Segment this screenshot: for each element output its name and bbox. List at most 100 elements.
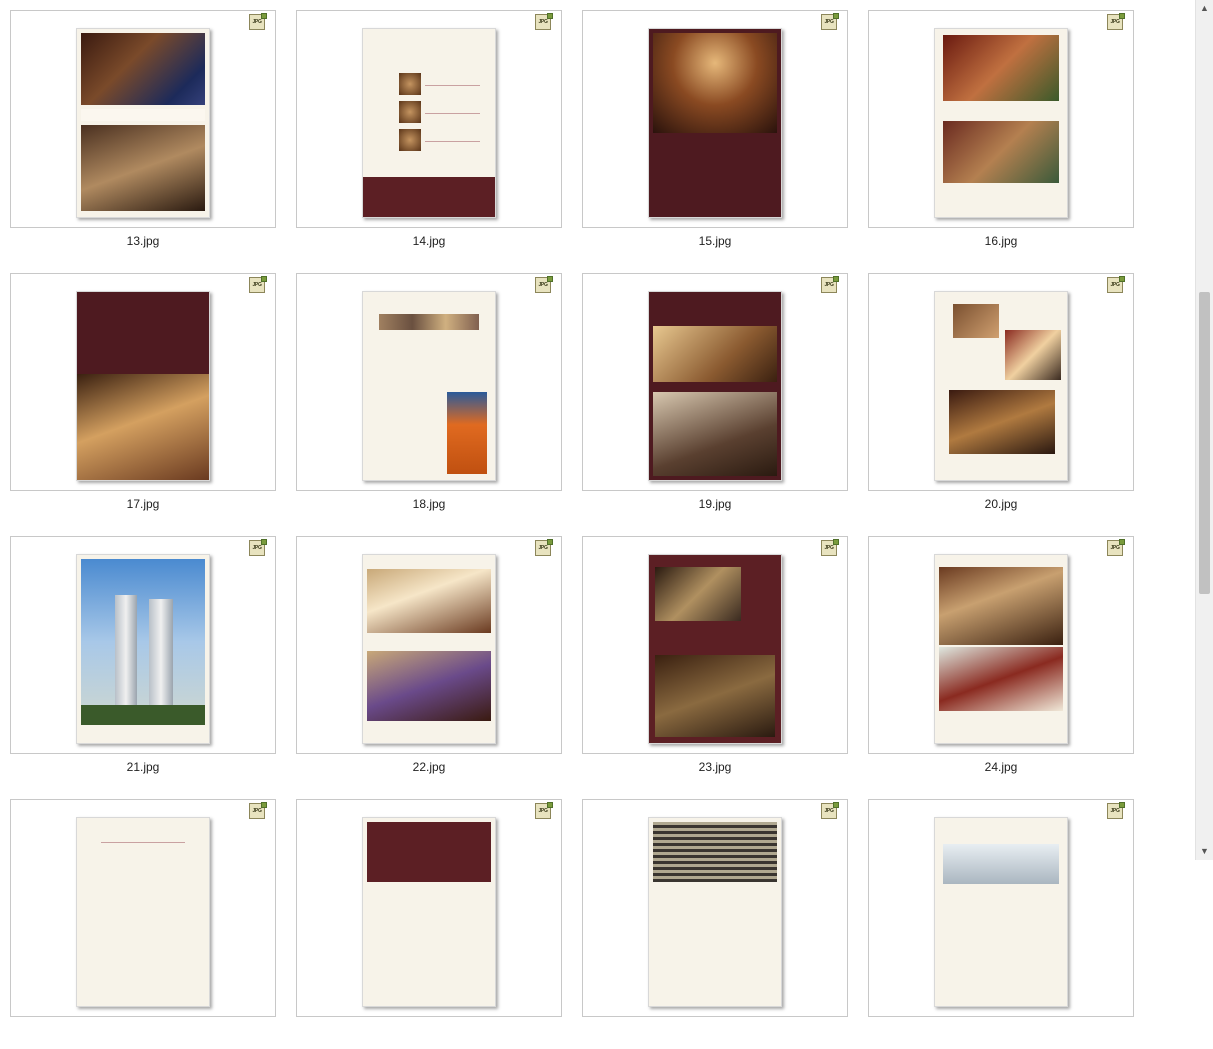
jpg-file-icon: JPG (249, 13, 267, 30)
thumbnail-block (81, 125, 205, 211)
thumbnail-frame[interactable]: JPG (10, 536, 276, 754)
image-thumbnail[interactable] (76, 291, 210, 481)
thumbnail-block (653, 33, 777, 133)
thumbnail-block (425, 141, 480, 142)
thumbnail-block (363, 177, 495, 217)
thumbnail-block (149, 599, 173, 717)
jpg-file-icon: JPG (249, 539, 267, 556)
image-thumbnail[interactable] (362, 28, 496, 218)
thumbnail-frame[interactable]: JPG (868, 799, 1134, 1017)
image-thumbnail[interactable] (76, 28, 210, 218)
thumbnail-block (655, 567, 741, 621)
file-tile[interactable]: JPG 13.jpg (10, 10, 276, 260)
image-thumbnail[interactable] (934, 291, 1068, 481)
vertical-scrollbar[interactable]: ▲ ▼ (1195, 0, 1213, 860)
thumbnail-block (949, 390, 1055, 454)
file-tile[interactable]: JPG 14.jpg (296, 10, 562, 260)
file-name-label: 23.jpg (698, 760, 732, 774)
image-thumbnail[interactable] (76, 817, 210, 1007)
thumbnail-block (399, 73, 421, 95)
thumbnail-block (653, 822, 777, 882)
image-thumbnail[interactable] (648, 554, 782, 744)
jpg-file-icon: JPG (821, 802, 839, 819)
thumbnail-frame[interactable]: JPG (296, 273, 562, 491)
jpg-file-icon: JPG (249, 276, 267, 293)
file-tile[interactable]: JPG 17.jpg (10, 273, 276, 523)
thumbnail-frame[interactable]: JPG (296, 10, 562, 228)
jpg-file-icon: JPG (1107, 802, 1125, 819)
thumbnail-block (379, 314, 479, 330)
jpg-file-icon: JPG (821, 13, 839, 30)
thumbnail-frame[interactable]: JPG (296, 536, 562, 754)
file-tile[interactable]: JPG (296, 799, 562, 1049)
file-tile[interactable]: JPG 21.jpg (10, 536, 276, 786)
image-thumbnail[interactable] (934, 817, 1068, 1007)
file-tile[interactable]: JPG 24.jpg (868, 536, 1134, 786)
thumbnail-block (653, 392, 777, 476)
thumbnail-frame[interactable]: JPG (582, 536, 848, 754)
image-thumbnail[interactable] (648, 291, 782, 481)
file-name-label: 14.jpg (412, 234, 446, 248)
thumbnail-block (115, 595, 137, 715)
image-thumbnail[interactable] (648, 28, 782, 218)
thumbnail-block (77, 374, 209, 480)
image-thumbnail[interactable] (362, 291, 496, 481)
image-thumbnail[interactable] (76, 554, 210, 744)
thumbnail-block (101, 842, 185, 843)
thumbnail-block (655, 655, 775, 737)
file-name-label: 17.jpg (126, 497, 160, 511)
thumbnail-block (367, 822, 491, 882)
file-tile[interactable]: JPG (10, 799, 276, 1049)
file-tile[interactable]: JPG 16.jpg (868, 10, 1134, 260)
file-name-label: 24.jpg (984, 760, 1018, 774)
thumbnail-block (939, 567, 1063, 645)
file-tile[interactable]: JPG 18.jpg (296, 273, 562, 523)
scroll-thumb[interactable] (1199, 292, 1210, 594)
image-thumbnail[interactable] (934, 28, 1068, 218)
thumbnail-block (425, 85, 480, 86)
thumbnail-frame[interactable]: JPG (582, 799, 848, 1017)
file-tile[interactable]: JPG 20.jpg (868, 273, 1134, 523)
thumbnail-frame[interactable]: JPG (296, 799, 562, 1017)
thumbnail-block (77, 818, 209, 1006)
thumbnail-block (447, 392, 487, 474)
image-thumbnail[interactable] (648, 817, 782, 1007)
file-name-label: 13.jpg (126, 234, 160, 248)
jpg-file-icon: JPG (535, 13, 553, 30)
thumbnail-frame[interactable]: JPG (868, 536, 1134, 754)
file-tile[interactable]: JPG 23.jpg (582, 536, 848, 786)
thumbnail-frame[interactable]: JPG (582, 10, 848, 228)
file-name-label: 18.jpg (412, 497, 446, 511)
jpg-file-icon: JPG (535, 276, 553, 293)
image-thumbnail[interactable] (362, 554, 496, 744)
jpg-file-icon: JPG (535, 539, 553, 556)
image-thumbnail[interactable] (362, 817, 496, 1007)
jpg-file-icon: JPG (1107, 539, 1125, 556)
thumbnail-block (81, 559, 205, 725)
thumbnail-frame[interactable]: JPG (10, 273, 276, 491)
thumbnail-frame[interactable]: JPG (868, 273, 1134, 491)
file-tile[interactable]: JPG 22.jpg (296, 536, 562, 786)
scroll-down-arrow-icon[interactable]: ▼ (1196, 843, 1213, 860)
thumbnail-block (81, 705, 205, 725)
file-tile[interactable]: JPG 19.jpg (582, 273, 848, 523)
thumbnail-frame[interactable]: JPG (10, 799, 276, 1017)
thumbnail-block (81, 109, 205, 121)
thumbnail-frame[interactable]: JPG (868, 10, 1134, 228)
file-tile[interactable]: JPG (868, 799, 1134, 1049)
thumbnail-frame[interactable]: JPG (10, 10, 276, 228)
thumbnail-block (943, 844, 1059, 884)
jpg-file-icon: JPG (1107, 13, 1125, 30)
jpg-file-icon: JPG (821, 539, 839, 556)
thumbnail-block (399, 129, 421, 151)
file-tile[interactable]: JPG 15.jpg (582, 10, 848, 260)
file-tile[interactable]: JPG (582, 799, 848, 1049)
thumbnail-block (943, 121, 1059, 183)
thumbnail-block (367, 651, 491, 721)
image-thumbnail[interactable] (934, 554, 1068, 744)
file-name-label: 21.jpg (126, 760, 160, 774)
file-name-label: 22.jpg (412, 760, 446, 774)
thumbnail-block (939, 647, 1063, 711)
thumbnail-frame[interactable]: JPG (582, 273, 848, 491)
scroll-up-arrow-icon[interactable]: ▲ (1196, 0, 1213, 17)
